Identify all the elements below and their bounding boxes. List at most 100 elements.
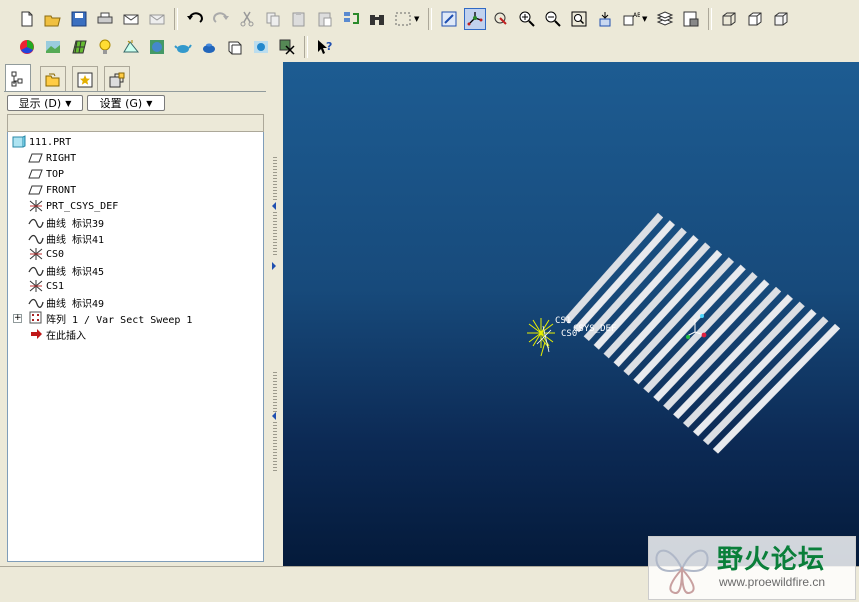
- tree-item[interactable]: 阵列 1 / Var Sect Sweep 1: [28, 310, 192, 326]
- tree-item[interactable]: FRONT: [28, 182, 76, 198]
- spin-center-button[interactable]: [464, 8, 486, 30]
- texture-button[interactable]: [68, 36, 90, 58]
- tab-favorites[interactable]: [72, 66, 98, 92]
- orient-mode-button[interactable]: [490, 8, 512, 30]
- send-link-button[interactable]: [146, 8, 168, 30]
- context-help-button[interactable]: ?: [314, 36, 336, 58]
- tree-item[interactable]: RIGHT: [28, 150, 76, 166]
- graphics-window[interactable]: CS1 CSYS_DEF CS0: [283, 62, 859, 566]
- paste-icon: [292, 12, 305, 27]
- panel-splitter[interactable]: [270, 62, 282, 566]
- display-menu-button[interactable]: 显示 (D) ▼: [7, 95, 83, 111]
- settings-menu-label: 设置 (G): [99, 97, 143, 110]
- tree-item-label: FRONT: [46, 184, 77, 196]
- saved-views-icon: AB: [623, 12, 640, 26]
- selection-dropdown-arrow[interactable]: ▼: [414, 15, 422, 23]
- tree-item[interactable]: TOP: [28, 166, 64, 182]
- open-file-button[interactable]: [42, 8, 64, 30]
- saved-views-button[interactable]: AB: [620, 8, 642, 30]
- tree-item[interactable]: 曲线 标识45: [28, 262, 104, 278]
- copy-button[interactable]: [262, 8, 284, 30]
- model-tree-columns-button[interactable]: [276, 36, 298, 58]
- send-mail-button[interactable]: [120, 8, 142, 30]
- mail-icon: [123, 14, 139, 25]
- tab-folder-browser[interactable]: [40, 66, 66, 92]
- appearance-button[interactable]: [16, 36, 38, 58]
- cut-button[interactable]: [236, 8, 258, 30]
- tree-item[interactable]: PRT_CSYS_DEF: [28, 198, 118, 214]
- saved-views-dropdown-arrow[interactable]: ▼: [642, 15, 650, 23]
- new-file-button[interactable]: [16, 8, 38, 30]
- tree-item-root[interactable]: 111.PRT: [11, 134, 71, 150]
- wireframe-display-button[interactable]: [718, 8, 740, 30]
- butterfly-logo-icon: [655, 549, 709, 594]
- undo-button[interactable]: [184, 8, 206, 30]
- repaint-button[interactable]: [438, 8, 460, 30]
- lights-button[interactable]: [94, 36, 116, 58]
- print-button[interactable]: [94, 8, 116, 30]
- selection-box-button[interactable]: [392, 8, 414, 30]
- tree-item[interactable]: CS0: [28, 246, 64, 262]
- insert-here-arrow-icon: [31, 329, 42, 339]
- zoom-out-button[interactable]: [542, 8, 564, 30]
- reorient-button[interactable]: [594, 8, 616, 30]
- layers-button[interactable]: [654, 8, 676, 30]
- main-toolbar: ▼ AB ▼: [14, 5, 794, 33]
- favorites-icon: [77, 72, 93, 87]
- printer-icon: [97, 12, 113, 24]
- part-icon: [12, 135, 26, 148]
- tree-item[interactable]: 曲线 标识49: [28, 294, 104, 310]
- redo-button[interactable]: [210, 8, 232, 30]
- photo-render-button[interactable]: [250, 36, 272, 58]
- hidden-line-display-button[interactable]: [744, 8, 766, 30]
- render-window-button[interactable]: [172, 36, 194, 58]
- tree-column-header[interactable]: [7, 114, 264, 132]
- expand-toggle-icon[interactable]: +: [13, 314, 22, 323]
- no-hidden-display-button[interactable]: [770, 8, 792, 30]
- collapse-left-arrow-icon[interactable]: [272, 202, 276, 210]
- watermark-url: www.proewildfire.cn: [719, 575, 826, 589]
- zoom-out-icon: [545, 11, 561, 27]
- new-file-icon: [21, 11, 33, 27]
- paste-special-icon: [318, 12, 332, 27]
- tree-item-label: CS1: [46, 280, 65, 292]
- refit-button[interactable]: [568, 8, 590, 30]
- model-canvas: CS1 CSYS_DEF CS0: [527, 212, 841, 454]
- csys-def-label: CSYS_DEF: [573, 324, 616, 334]
- find-button[interactable]: [366, 8, 388, 30]
- perspective-button[interactable]: [224, 36, 246, 58]
- tree-item-label: 曲线 标识45: [46, 266, 105, 278]
- scene-button[interactable]: [42, 36, 64, 58]
- view-manager-icon: [683, 11, 699, 27]
- orient-mode-icon: [494, 12, 507, 25]
- tab-connections[interactable]: [104, 66, 130, 92]
- tab-model-tree[interactable]: [5, 64, 31, 92]
- tree-item-label: CS0: [46, 248, 65, 260]
- toolbar-separator: [708, 8, 712, 30]
- expand-right-arrow-icon[interactable]: [272, 262, 276, 270]
- paste-button[interactable]: [288, 8, 310, 30]
- tree-item-label: RIGHT: [46, 152, 77, 164]
- toolbar-separator: [304, 36, 308, 58]
- tree-item[interactable]: 曲线 标识41: [28, 230, 104, 246]
- render-setup-button[interactable]: [198, 36, 220, 58]
- tree-item[interactable]: CS1: [28, 278, 64, 294]
- splitter-grip: [273, 212, 277, 257]
- svg-text:AB: AB: [633, 12, 640, 19]
- tree-item[interactable]: 曲线 标识39: [28, 214, 104, 230]
- collapse-left-arrow-icon[interactable]: [272, 412, 276, 420]
- settings-menu-button[interactable]: 设置 (G) ▼: [87, 95, 165, 111]
- save-button[interactable]: [68, 8, 90, 30]
- render-globe-icon: [150, 40, 164, 54]
- regenerate-button[interactable]: [340, 8, 362, 30]
- tree-item-insert-here[interactable]: 在此插入: [28, 326, 86, 342]
- paste-special-button[interactable]: [314, 8, 336, 30]
- room-editor-button[interactable]: [120, 36, 142, 58]
- render-region-button[interactable]: [146, 36, 168, 58]
- mail-link-icon: [149, 14, 165, 25]
- tree-item-label: 曲线 标识49: [46, 298, 105, 310]
- teapot-icon: [174, 44, 192, 53]
- view-manager-button[interactable]: [680, 8, 702, 30]
- zoom-in-button[interactable]: [516, 8, 538, 30]
- csys-cluster-icon: [527, 318, 555, 357]
